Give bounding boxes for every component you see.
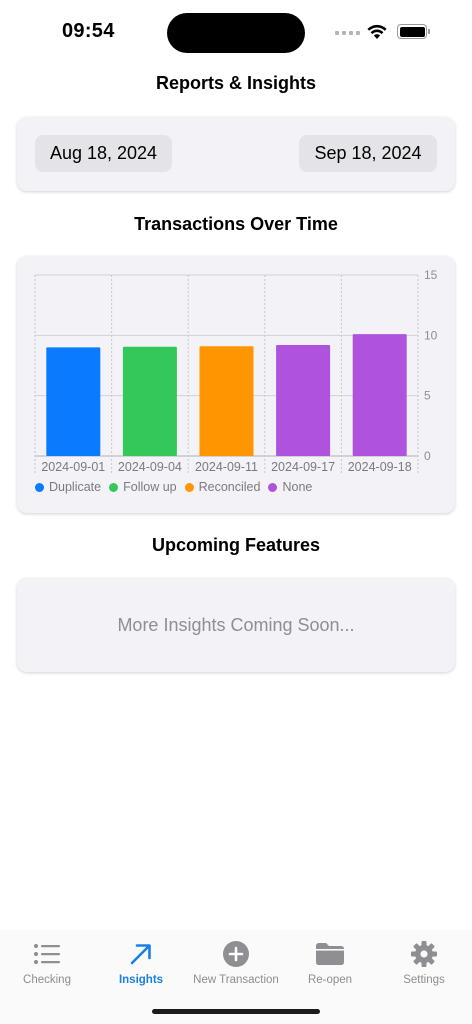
chart-bar <box>46 347 101 456</box>
y-tick-label: 0 <box>424 449 431 463</box>
legend-label: Follow up <box>123 480 177 494</box>
x-tick-label: 2024-09-18 <box>348 460 412 474</box>
y-tick-label: 10 <box>424 328 438 342</box>
x-tick-label: 2024-09-11 <box>195 460 258 474</box>
tab-settings[interactable]: Settings <box>377 938 471 986</box>
chart-bar <box>352 334 407 456</box>
tab-label: Settings <box>403 974 445 986</box>
tab-insights[interactable]: Insights <box>94 938 188 986</box>
upcoming-title: Upcoming Features <box>151 535 321 555</box>
plus-circle-icon <box>223 941 249 967</box>
transactions-bar-chart: 0 5 10 15 2024-09-01 2024-09-04 2024-09-11 2024… <box>34 268 438 475</box>
chart-bar <box>122 346 177 456</box>
legend-item: Follow up <box>109 480 177 494</box>
legend-label: Duplicate <box>49 480 102 494</box>
arrow-up-right-icon <box>130 944 151 965</box>
x-tick-label: 2024-09-17 <box>271 460 335 474</box>
legend-item: Duplicate <box>35 480 101 494</box>
battery-icon <box>397 24 430 39</box>
upcoming-card: More Insights Coming Soon... <box>17 578 455 672</box>
legend-label: Reconciled <box>198 480 261 494</box>
y-tick-label: 15 <box>424 268 438 282</box>
folder-icon <box>316 943 344 965</box>
end-date-picker[interactable]: Sep 18, 2024 <box>299 135 437 172</box>
legend-dot-icon <box>268 482 278 492</box>
legend-label: None <box>282 480 313 494</box>
list-icon <box>34 944 60 964</box>
legend-item: Reconciled <box>184 480 261 494</box>
tab-label: Insights <box>118 974 164 986</box>
legend-dot-icon <box>109 482 119 492</box>
page-title: Reports & Insights <box>155 73 316 93</box>
coming-soon-text: More Insights Coming Soon... <box>117 614 355 635</box>
tab-label: New Transaction <box>193 974 279 986</box>
legend-dot-icon <box>184 482 194 492</box>
y-tick-label: 5 <box>424 389 431 403</box>
x-tick-label: 2024-09-04 <box>118 460 182 474</box>
gear-icon <box>411 941 437 967</box>
tab-checking[interactable]: Checking <box>0 938 94 986</box>
tab-label: Re-open <box>307 974 353 986</box>
legend-item: None <box>268 480 312 494</box>
dynamic-island <box>167 13 305 53</box>
chart-title: Transactions Over Time <box>134 214 338 234</box>
cellular-signal-icon <box>335 31 360 35</box>
status-bar: 09:54 <box>0 0 472 60</box>
chart-bar <box>199 346 254 456</box>
chart-card: 0 5 10 15 2024-09-01 2024-09-04 2024-09-11 2024… <box>17 256 455 513</box>
chart-legend: Duplicate Follow up Reconciled None <box>35 480 312 494</box>
start-date-picker[interactable]: Aug 18, 2024 <box>35 135 172 172</box>
tab-label: Checking <box>23 974 71 986</box>
home-indicator <box>152 1009 320 1014</box>
tab-re-open[interactable]: Re-open <box>283 938 377 986</box>
legend-dot-icon <box>35 482 44 492</box>
chart-bar <box>276 344 331 456</box>
status-time: 09:54 <box>62 20 115 42</box>
date-range-card: Aug 18, 2024 Sep 18, 2024 <box>17 117 455 191</box>
tab-new-transaction[interactable]: New Transaction <box>189 938 283 986</box>
wifi-icon <box>367 24 387 39</box>
x-tick-label: 2024-09-01 <box>41 460 105 474</box>
